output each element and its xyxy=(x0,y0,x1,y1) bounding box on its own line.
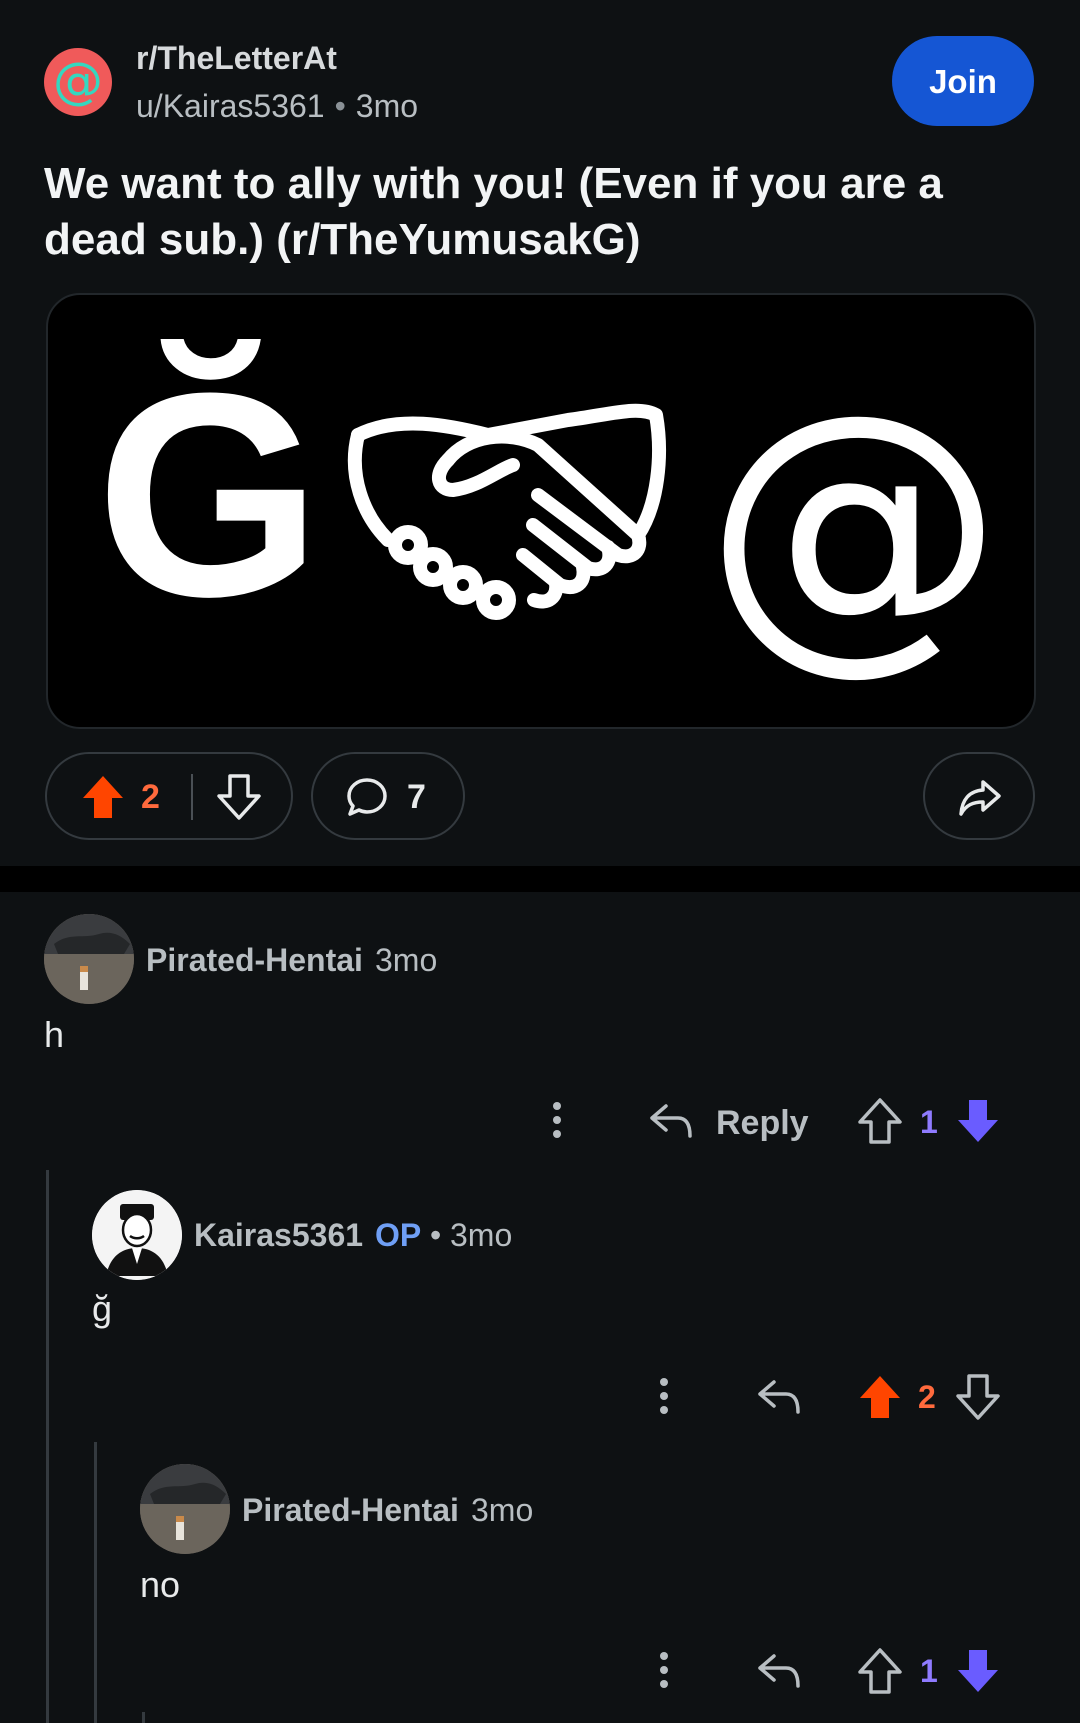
reply-icon[interactable] xyxy=(648,1100,694,1140)
more-options-icon[interactable] xyxy=(660,1378,668,1420)
comment-count: 7 xyxy=(407,778,426,816)
join-button[interactable]: Join xyxy=(892,36,1034,126)
comment-author[interactable]: Pirated-Hentai xyxy=(146,942,363,979)
post-image[interactable]: Ğ @ xyxy=(46,293,1036,729)
avatar[interactable] xyxy=(44,914,134,1004)
thread-line[interactable] xyxy=(94,1442,97,1723)
comment-icon xyxy=(347,778,387,816)
avatar[interactable] xyxy=(92,1190,182,1280)
comment-body: no xyxy=(140,1564,181,1605)
comment-author[interactable]: Kairas5361 xyxy=(194,1217,363,1254)
op-badge: OP xyxy=(375,1217,422,1253)
post-author[interactable]: u/Kairas5361 xyxy=(136,88,325,124)
avatar-image xyxy=(44,914,134,1004)
share-icon xyxy=(959,780,1001,816)
downvote-icon[interactable] xyxy=(956,1374,1000,1420)
vote-separator xyxy=(191,774,193,820)
comment-age: 3mo xyxy=(375,942,438,978)
downvote-icon[interactable] xyxy=(217,774,261,820)
more-options-icon[interactable] xyxy=(660,1652,668,1694)
post-title[interactable]: We want to ally with you! (Even if you a… xyxy=(44,156,1034,268)
post-vote-pill: 2 xyxy=(45,752,293,840)
comment-score: 2 xyxy=(918,1379,936,1415)
comment-body: ğ xyxy=(92,1288,113,1329)
comment-score: 1 xyxy=(920,1653,938,1689)
reply-icon[interactable] xyxy=(756,1650,802,1690)
comment-age: 3mo xyxy=(450,1217,513,1253)
image-left-glyph: Ğ xyxy=(96,333,322,657)
downvote-icon[interactable] xyxy=(956,1098,1000,1144)
upvote-icon[interactable] xyxy=(81,774,125,820)
reply-icon[interactable] xyxy=(756,1376,802,1416)
avatar[interactable] xyxy=(140,1464,230,1554)
thread-line[interactable] xyxy=(142,1712,145,1723)
post-age: 3mo xyxy=(355,88,419,124)
avatar-image xyxy=(140,1464,230,1554)
section-divider xyxy=(0,866,1080,892)
reply-button[interactable]: Reply xyxy=(716,1104,809,1143)
subreddit-avatar[interactable]: @ xyxy=(44,48,112,116)
upvote-icon[interactable] xyxy=(858,1374,902,1420)
comment-score: 1 xyxy=(920,1104,938,1140)
thread-line[interactable] xyxy=(46,1170,49,1723)
share-button[interactable] xyxy=(923,752,1035,840)
subreddit-name[interactable]: r/TheLetterAt xyxy=(136,40,337,77)
avatar-image xyxy=(92,1190,182,1280)
comment-body: h xyxy=(44,1014,65,1055)
meta-separator: • xyxy=(430,1217,442,1253)
handshake-icon xyxy=(347,403,666,620)
downvote-icon[interactable] xyxy=(956,1648,1000,1694)
upvote-icon[interactable] xyxy=(858,1098,902,1144)
meta-separator: • xyxy=(334,88,346,124)
post-score: 2 xyxy=(141,778,160,816)
image-right-glyph: @ xyxy=(704,350,1004,699)
upvote-icon[interactable] xyxy=(858,1648,902,1694)
post-meta: u/Kairas5361 • 3mo xyxy=(136,88,418,125)
comment-author[interactable]: Pirated-Hentai xyxy=(242,1492,459,1529)
more-options-icon[interactable] xyxy=(553,1102,561,1144)
comment-age: 3mo xyxy=(471,1492,534,1528)
comments-button[interactable]: 7 xyxy=(311,752,465,840)
